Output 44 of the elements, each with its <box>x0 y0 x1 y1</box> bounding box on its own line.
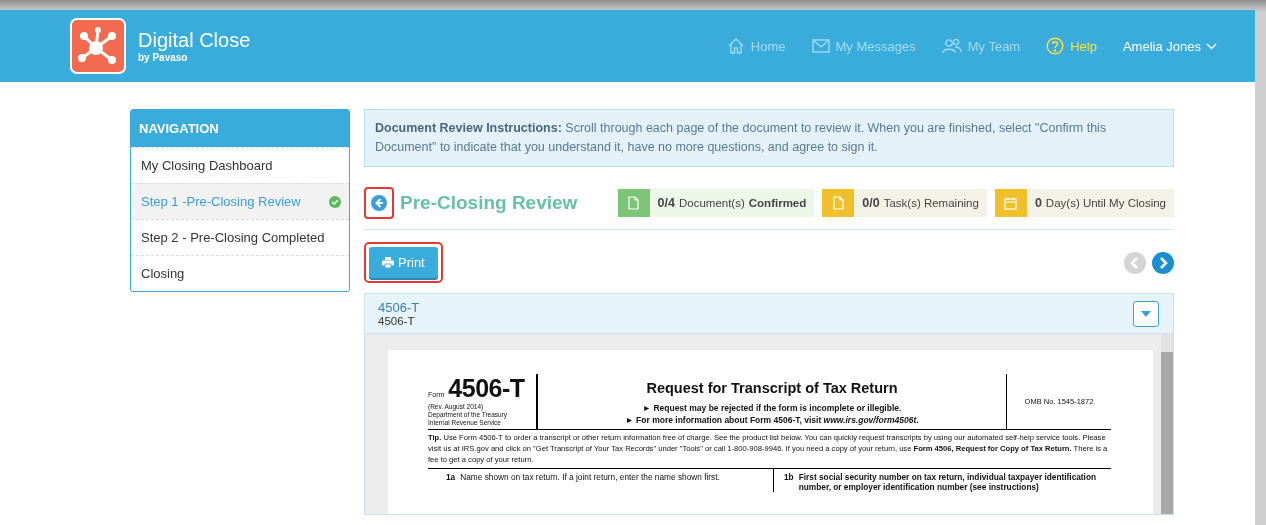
users-icon <box>941 38 962 54</box>
line-number: 1b <box>784 472 794 484</box>
form-heading: Request for Transcript of Tax Return <box>646 380 898 396</box>
app-title: Digital Close <box>138 29 251 52</box>
nav-link[interactable]: My Team <box>941 38 1021 54</box>
status-text: 0/0 Task(s) Remaining <box>861 195 980 212</box>
status-text: 0 Day(s) Until My Closing <box>1033 195 1167 212</box>
sidebar-item[interactable]: Step 1 -Pre-Closing Review <box>131 183 349 219</box>
form-note: ► Request may be rejected if the form is incomplete or illegible. <box>642 402 902 414</box>
caret-icon <box>1206 42 1217 50</box>
logo-icon <box>70 18 126 74</box>
chevron-right-icon <box>1152 251 1174 274</box>
nav-link[interactable]: Help <box>1046 37 1097 55</box>
sidebar-item[interactable]: Closing <box>131 255 349 291</box>
document-icon <box>628 196 640 210</box>
sidebar-item[interactable]: Step 2 - Pre-Closing Completed <box>131 219 349 255</box>
calendar-icon <box>1004 196 1018 210</box>
form-number: 4506-T <box>448 374 525 403</box>
document-icon <box>832 196 844 210</box>
app-subtitle: by Pavaso <box>138 52 189 63</box>
status-text: 0/4 Document(s) Confirmed <box>656 195 808 212</box>
collapse-toggle-button[interactable] <box>1133 300 1159 327</box>
back-button[interactable] <box>364 187 394 219</box>
user-menu[interactable]: Amelia Jones <box>1122 38 1217 54</box>
line-label: First social security number on tax return, individual taxpayer identification number, or employer identification number (see instructions) <box>798 472 1098 492</box>
line-label: Name shown on tax return. If a joint return, enter the name shown first. <box>460 472 720 484</box>
instructions-text: Document Review Instructions: Scroll through each page of the document to review it. When you are finished, select "Confirm this Document" to indicate that you understand it, have no more questions, and agree to sign it. <box>364 109 1174 167</box>
print-button[interactable]: Print <box>369 247 438 278</box>
document-subtitle: 4506-T <box>378 315 416 327</box>
next-page-button[interactable] <box>1152 251 1174 274</box>
nav-link[interactable]: My Messages <box>811 38 916 54</box>
envelope-icon <box>811 39 830 53</box>
line-number: 1a <box>446 472 456 484</box>
chevron-left-icon <box>1124 251 1146 274</box>
nav-link[interactable]: Home <box>726 37 786 55</box>
panel-heading: NAVIGATION <box>131 110 349 147</box>
page-title: Pre-Closing Review <box>400 192 579 214</box>
form-note: ► For more information about Form 4506-T, visit www.irs.gov/form4506t. <box>625 414 919 426</box>
help-icon <box>1046 37 1065 55</box>
caret-down-icon <box>1141 310 1151 317</box>
scrollbar[interactable] <box>1161 334 1173 514</box>
printer-icon <box>382 257 394 268</box>
home-icon <box>726 37 745 55</box>
document-title: 4506-T <box>378 300 420 315</box>
